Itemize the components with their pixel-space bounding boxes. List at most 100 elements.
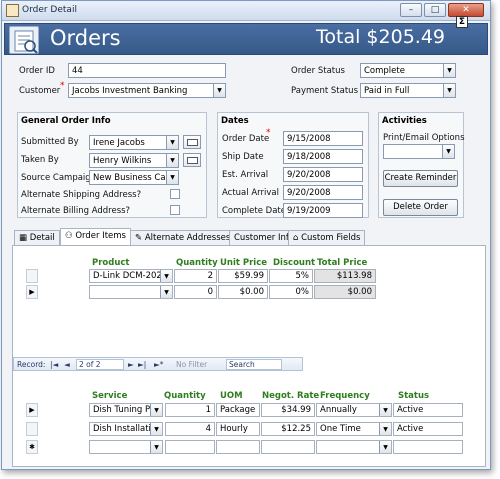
delete-order-button[interactable]: Delete Order [383, 199, 458, 216]
row-selector[interactable] [26, 269, 38, 283]
orders-icon [9, 26, 39, 54]
alt-billing-label: Alternate Billing Address? [21, 206, 131, 216]
order-detail-window: Order Detail – □ ✕ Orders Total $205.49 … [1, 0, 491, 470]
chevron-down-icon[interactable]: ▼ [166, 154, 178, 167]
status-cell[interactable] [393, 440, 463, 454]
unit-price-cell[interactable]: $59.99 [218, 269, 268, 283]
next-record-icon[interactable]: ► [128, 360, 134, 369]
est-arrival-field[interactable]: 9/20/2008 [283, 167, 363, 182]
search-input[interactable]: Search [226, 359, 282, 370]
chevron-down-icon[interactable]: ▼ [443, 84, 455, 97]
chevron-down-icon[interactable]: ▼ [150, 404, 162, 416]
frequency-cell[interactable]: Annually ▼ [316, 403, 392, 417]
submitted-by-dropdown[interactable]: Irene Jacobs ▼ [89, 135, 179, 150]
payment-status-value: Paid in Full [364, 86, 410, 96]
form-icon [6, 4, 19, 17]
tab-alternate-addresses[interactable]: ✎ Alternate Addresses [130, 230, 236, 245]
service-quantity-cell[interactable]: 1 [165, 403, 215, 417]
total-price-cell: $113.98 [314, 269, 376, 283]
alt-shipping-checkbox[interactable] [170, 189, 180, 199]
totals-button[interactable]: Σ [456, 16, 468, 28]
print-email-dropdown[interactable]: ▼ [383, 144, 455, 159]
service-cell[interactable]: Dish Installation ▼ [89, 422, 163, 436]
alt-billing-checkbox[interactable] [170, 205, 180, 215]
service-quantity-cell[interactable] [165, 440, 215, 454]
service-quantity-cell[interactable]: 4 [165, 422, 215, 436]
chevron-down-icon[interactable]: ▼ [442, 145, 454, 158]
tab-detail[interactable]: ▦ Detail [14, 230, 60, 245]
submitted-by-value: Irene Jacobs [93, 138, 145, 148]
chevron-down-icon[interactable]: ▼ [379, 404, 391, 416]
customer-dropdown[interactable]: Jacobs Investment Banking ▼ [68, 83, 226, 98]
order-date-field[interactable]: 9/15/2008 [283, 131, 363, 146]
negot-rate-cell[interactable]: $12.25 [261, 422, 315, 436]
uom-cell[interactable]: Package [216, 403, 260, 417]
chevron-down-icon[interactable]: ▼ [213, 84, 225, 97]
chevron-down-icon[interactable]: ▼ [379, 423, 391, 435]
last-record-icon[interactable]: ►| [138, 360, 146, 369]
email-icon[interactable] [183, 135, 201, 149]
source-campaign-dropdown[interactable]: New Business Campa ▼ [89, 170, 179, 185]
order-status-dropdown[interactable]: Complete ▼ [360, 63, 456, 78]
source-campaign-label: Source Campaign [21, 173, 97, 183]
close-button[interactable]: ✕ [448, 3, 484, 17]
customer-label: Customer [19, 86, 61, 96]
tab-custom-fields[interactable]: ⌂ Custom Fields [288, 230, 366, 245]
taken-by-dropdown[interactable]: Henry Wilkins ▼ [89, 153, 179, 168]
column-header-product: Product [92, 258, 130, 268]
chevron-down-icon[interactable]: ▼ [379, 441, 391, 453]
column-header-frequency: Frequency [320, 391, 370, 401]
no-filter-button[interactable]: No Filter [176, 360, 207, 369]
status-cell[interactable]: Active [393, 422, 463, 436]
current-row-icon[interactable]: ▶ [26, 403, 38, 417]
required-marker: * [60, 81, 65, 91]
minimize-button[interactable]: – [400, 3, 422, 17]
chevron-down-icon[interactable]: ▼ [443, 64, 455, 77]
uom-cell[interactable] [216, 440, 260, 454]
negot-rate-cell[interactable] [261, 440, 315, 454]
order-id-field[interactable]: 44 [68, 63, 226, 78]
service-cell[interactable]: ▼ [89, 440, 163, 454]
prev-record-icon[interactable]: ◄ [64, 360, 70, 369]
chevron-down-icon[interactable]: ▼ [166, 136, 178, 149]
complete-date-field[interactable]: 9/19/2009 [283, 203, 363, 218]
actual-arrival-field[interactable]: 9/20/2008 [283, 185, 363, 200]
customer-value: Jacobs Investment Banking [72, 86, 188, 96]
new-record-icon[interactable]: ►* [154, 360, 164, 369]
quantity-cell[interactable]: 0 [174, 285, 217, 299]
chevron-down-icon[interactable]: ▼ [150, 423, 162, 435]
dates-title: Dates [221, 116, 249, 126]
complete-date-label: Complete Date [222, 206, 286, 216]
row-selector[interactable] [26, 422, 38, 436]
maximize-button[interactable]: □ [424, 3, 446, 17]
chevron-down-icon[interactable]: ▼ [160, 286, 172, 298]
chevron-down-icon[interactable]: ▼ [166, 171, 178, 184]
negot-rate-cell[interactable]: $34.99 [261, 403, 315, 417]
record-label: Record: [17, 360, 46, 369]
ship-date-field[interactable]: 9/18/2008 [283, 149, 363, 164]
discount-cell[interactable]: 5% [269, 269, 313, 283]
uom-cell[interactable]: Hourly [216, 422, 260, 436]
chevron-down-icon[interactable]: ▼ [150, 441, 162, 453]
product-cell[interactable]: ▼ [89, 285, 173, 299]
unit-price-cell[interactable]: $0.00 [218, 285, 268, 299]
create-reminder-button[interactable]: Create Reminder [383, 170, 458, 187]
chevron-down-icon[interactable]: ▼ [160, 270, 172, 282]
discount-cell[interactable]: 0% [269, 285, 313, 299]
general-order-info-group: General Order Info Submitted By Irene Ja… [17, 112, 207, 218]
frequency-cell[interactable]: ▼ [316, 440, 392, 454]
tab-detail-label: Detail [29, 233, 55, 243]
service-cell[interactable]: Dish Tuning Plan ▼ [89, 403, 163, 417]
product-cell[interactable]: D-Link DCM-202 Ca ▼ [89, 269, 173, 283]
new-row-icon[interactable]: ✱ [26, 440, 38, 454]
email-icon[interactable] [183, 153, 201, 167]
frequency-cell[interactable]: One Time ▼ [316, 422, 392, 436]
payment-status-dropdown[interactable]: Paid in Full ▼ [360, 83, 456, 98]
current-row-icon[interactable]: ▶ [26, 285, 38, 299]
status-cell[interactable]: Active [393, 403, 463, 417]
column-header-service: Service [92, 391, 128, 401]
tab-order-items[interactable]: ⚇ Order Items [60, 228, 131, 246]
first-record-icon[interactable]: |◄ [50, 360, 58, 369]
quantity-cell[interactable]: 2 [174, 269, 217, 283]
record-position-field[interactable]: 2 of 2 [76, 359, 124, 370]
